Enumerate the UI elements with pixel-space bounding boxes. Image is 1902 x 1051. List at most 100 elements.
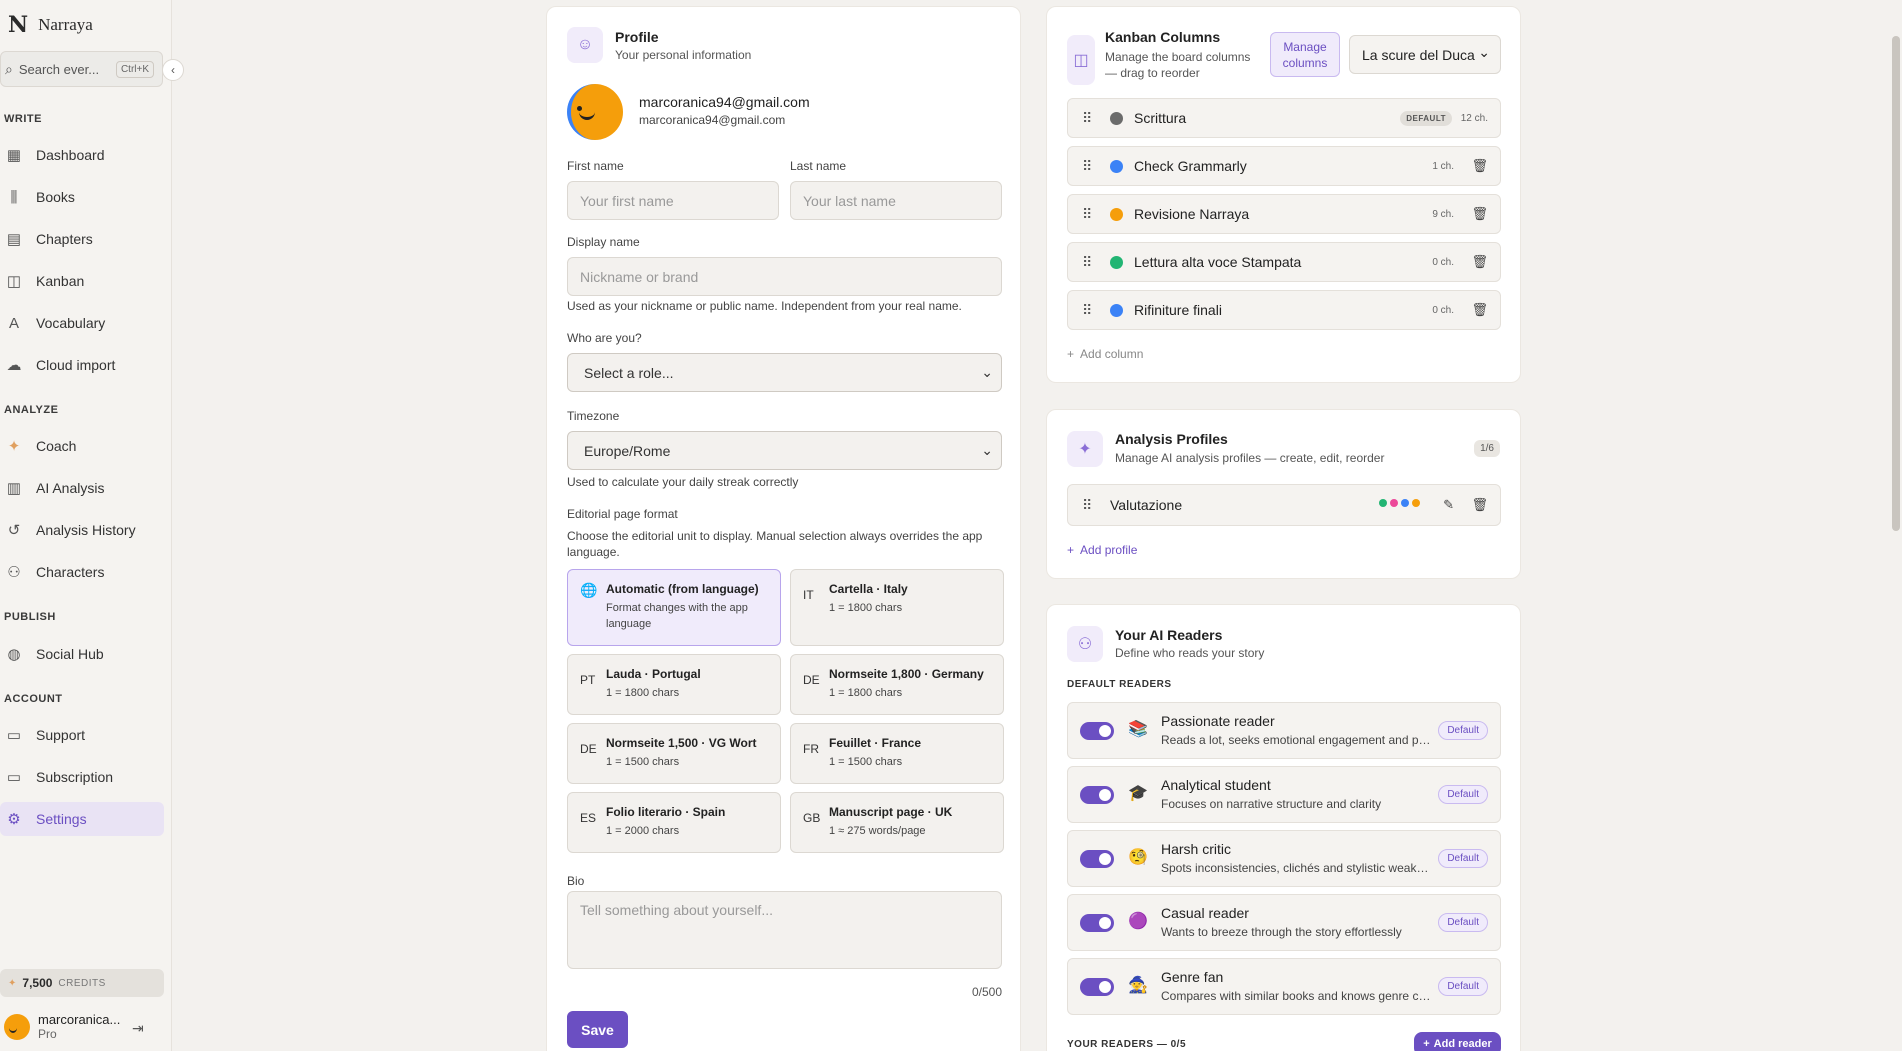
sidebar-item-settings[interactable]: ⚙ Settings <box>0 802 164 836</box>
format-option-title: Normseite 1,800 · Germany <box>829 667 984 681</box>
reader-card[interactable]: 🧐 Harsh critic Spots inconsistencies, cl… <box>1067 830 1501 887</box>
cloud-icon: ☁ <box>6 357 22 374</box>
trash-icon[interactable]: 🗑 <box>1471 302 1488 318</box>
format-option-germany[interactable]: DE Normseite 1,800 · Germany 1 = 1800 ch… <box>790 654 1004 715</box>
search-input[interactable]: ⌕ Search ever... Ctrl+K <box>0 51 163 87</box>
timezone-select-value: Europe/Rome <box>584 442 671 459</box>
reader-card[interactable]: 🟣 Casual reader Wants to breeze through … <box>1067 894 1501 951</box>
kanban-column-row[interactable]: ⠿ Scrittura DEFAULT 12 ch. <box>1067 98 1501 138</box>
manage-columns-button[interactable]: Manage columns <box>1270 32 1340 77</box>
book-select[interactable]: La scure del Duca ⌄ <box>1349 35 1501 74</box>
plus-icon: + <box>1067 347 1075 361</box>
add-reader-button[interactable]: + Add reader <box>1414 1032 1501 1051</box>
logout-icon[interactable]: ⇥ <box>132 1020 144 1037</box>
reader-toggle[interactable] <box>1080 978 1114 996</box>
column-color-dot <box>1110 255 1123 269</box>
analysis-profile-row[interactable]: ⠿ Valutazione ✎ 🗑 <box>1067 484 1501 526</box>
sidebar-item-dashboard[interactable]: ▦ Dashboard <box>0 138 164 172</box>
sidebar-item-social-hub[interactable]: ◍ Social Hub <box>0 637 164 671</box>
column-name: Check Grammarly <box>1134 158 1247 174</box>
format-option-automatic[interactable]: 🌐 Automatic (from language) Format chang… <box>567 569 781 646</box>
sidebar-item-subscription[interactable]: ▭ Subscription <box>0 760 164 794</box>
default-badge: Default <box>1438 913 1488 932</box>
readers-title: Your AI Readers <box>1115 627 1223 643</box>
reader-card[interactable]: 🎓 Analytical student Focuses on narrativ… <box>1067 766 1501 823</box>
pencil-icon[interactable]: ✎ <box>1443 497 1454 513</box>
add-column-button[interactable]: + Add column <box>1067 347 1143 361</box>
format-option-italy[interactable]: IT Cartella · Italy 1 = 1800 chars <box>790 569 1004 646</box>
format-option-spain[interactable]: ES Folio literario · Spain 1 = 2000 char… <box>567 792 781 853</box>
nav-section-write: WRITE <box>4 113 42 125</box>
search-placeholder: Search ever... <box>18 61 100 77</box>
drag-handle-icon[interactable]: ⠿ <box>1082 302 1092 319</box>
avatar[interactable] <box>567 84 623 140</box>
reader-card[interactable]: 📚 Passionate reader Reads a lot, seeks e… <box>1067 702 1501 759</box>
drag-handle-icon[interactable]: ⠿ <box>1082 254 1092 271</box>
sidebar-item-support[interactable]: ▭ Support <box>0 718 164 752</box>
format-option-code: GB <box>803 811 821 825</box>
add-profile-button[interactable]: + Add profile <box>1067 543 1137 557</box>
format-option-title: Normseite 1,500 · VG Wort <box>606 736 757 750</box>
sparkle-icon: ✦ <box>7 438 21 455</box>
reader-name: Genre fan <box>1161 969 1224 985</box>
bio-textarea[interactable]: Tell something about yourself... <box>567 891 1002 969</box>
ticket-icon: ▭ <box>6 727 22 744</box>
sidebar-item-chapters[interactable]: ▤ Chapters <box>0 222 164 256</box>
reader-toggle[interactable] <box>1080 850 1114 868</box>
sidebar-item-books[interactable]: ⫼ Books <box>0 180 164 214</box>
save-button[interactable]: Save <box>567 1011 628 1048</box>
format-option-france[interactable]: FR Feuillet · France 1 = 1500 chars <box>790 723 1004 784</box>
analysis-subtitle: Manage AI analysis profiles — create, ed… <box>1115 451 1385 465</box>
sidebar-item-label: AI Analysis <box>36 480 105 496</box>
reader-toggle[interactable] <box>1080 786 1114 804</box>
kanban-column-row[interactable]: ⠿ Rifiniture finali 0 ch. 🗑 <box>1067 290 1501 330</box>
sidebar-item-analysis-history[interactable]: ↺ Analysis History <box>0 513 164 547</box>
sidebar-item-label: Chapters <box>36 231 93 247</box>
format-option-uk[interactable]: GB Manuscript page · UK 1 ≈ 275 words/pa… <box>790 792 1004 853</box>
credits-badge[interactable]: ✦ 7,500 CREDITS <box>0 969 164 997</box>
drag-handle-icon[interactable]: ⠿ <box>1082 206 1092 223</box>
sidebar-item-kanban[interactable]: ◫ Kanban <box>0 264 164 298</box>
drag-handle-icon[interactable]: ⠿ <box>1082 110 1092 127</box>
format-option-portugal[interactable]: PT Lauda · Portugal 1 = 1800 chars <box>567 654 781 715</box>
display-name-field[interactable]: Nickname or brand <box>567 257 1002 296</box>
first-name-field[interactable]: Your first name <box>567 181 779 220</box>
trash-icon[interactable]: 🗑 <box>1471 206 1488 222</box>
trash-icon[interactable]: 🗑 <box>1471 497 1488 513</box>
collapse-sidebar-button[interactable]: ‹ <box>162 59 184 81</box>
trash-icon[interactable]: 🗑 <box>1471 158 1488 174</box>
reader-name: Casual reader <box>1161 905 1249 921</box>
timezone-help: Used to calculate your daily streak corr… <box>567 475 799 489</box>
sidebar-item-ai-analysis[interactable]: ▥ AI Analysis <box>0 471 164 505</box>
genre-fan-icon: 🧙 <box>1128 977 1148 994</box>
scrollbar[interactable] <box>1892 36 1900 531</box>
timezone-select[interactable]: Europe/Rome ⌄ <box>567 431 1002 470</box>
reader-card[interactable]: 🧙 Genre fan Compares with similar books … <box>1067 958 1501 1015</box>
kanban-column-row[interactable]: ⠿ Check Grammarly 1 ch. 🗑 <box>1067 146 1501 186</box>
role-select[interactable]: Select a role... ⌄ <box>567 353 1002 392</box>
analysis-title: Analysis Profiles <box>1115 431 1228 447</box>
column-color-dot <box>1110 303 1123 317</box>
sidebar-item-cloud-import[interactable]: ☁ Cloud import <box>0 348 164 382</box>
trash-icon[interactable]: 🗑 <box>1471 254 1488 270</box>
format-help: Choose the editorial unit to display. Ma… <box>567 529 983 559</box>
reader-desc: Compares with similar books and knows ge… <box>1161 989 1431 1003</box>
kanban-column-row[interactable]: ⠿ Revisione Narraya 9 ch. 🗑 <box>1067 194 1501 234</box>
drag-handle-icon[interactable]: ⠿ <box>1082 497 1092 514</box>
brand[interactable]: N Narraya <box>8 12 93 38</box>
credit-card-icon: ▭ <box>6 769 22 786</box>
last-name-field[interactable]: Your last name <box>790 181 1002 220</box>
reader-toggle[interactable] <box>1080 914 1114 932</box>
brand-logo: N <box>8 12 28 38</box>
credits-label: CREDITS <box>58 977 106 989</box>
drag-handle-icon[interactable]: ⠿ <box>1082 158 1092 175</box>
sidebar-item-vocabulary[interactable]: A Vocabulary <box>0 306 164 340</box>
sidebar-item-characters[interactable]: ⚇ Characters <box>0 555 164 589</box>
profile-name: Valutazione <box>1110 497 1183 513</box>
format-option-vg-wort[interactable]: DE Normseite 1,500 · VG Wort 1 = 1500 ch… <box>567 723 781 784</box>
reader-toggle[interactable] <box>1080 722 1114 740</box>
format-option-title: Automatic (from language) <box>606 582 759 596</box>
sidebar-item-coach[interactable]: ✦ Coach <box>0 429 164 463</box>
kanban-column-row[interactable]: ⠿ Lettura alta voce Stampata 0 ch. 🗑 <box>1067 242 1501 282</box>
kanban-icon: ◫ <box>6 273 22 290</box>
